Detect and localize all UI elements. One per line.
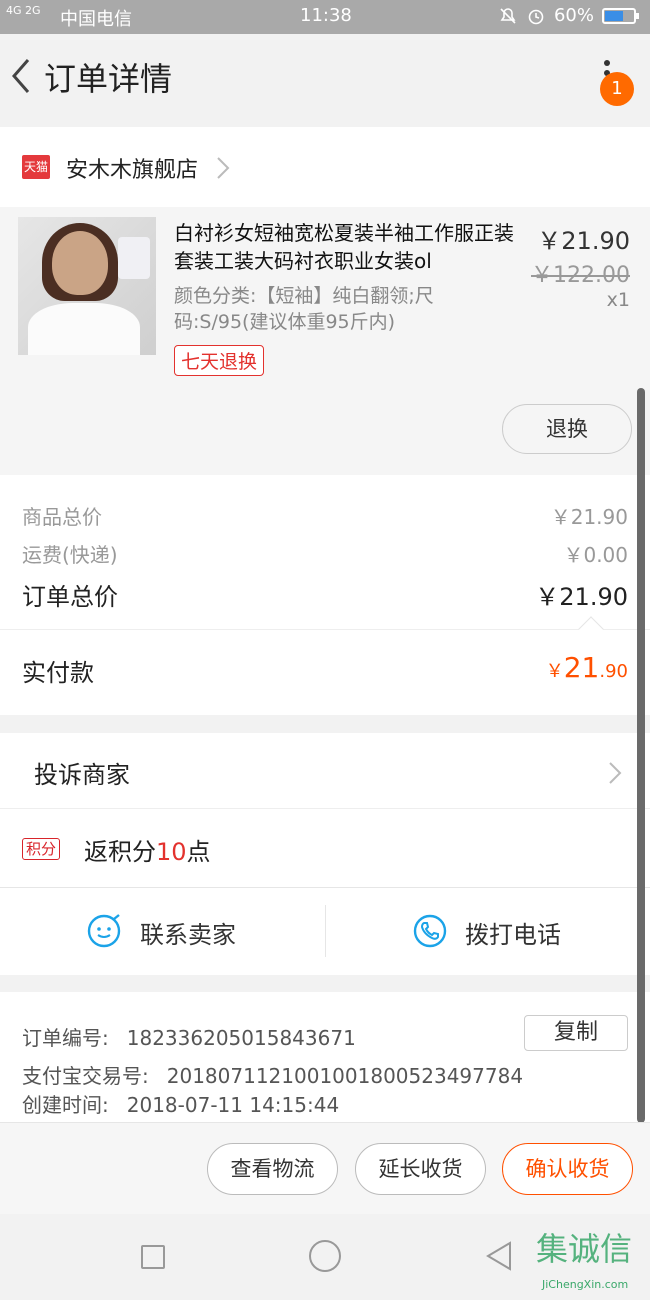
- paid-int: 21: [563, 651, 600, 684]
- points-tag: 积分: [22, 838, 61, 860]
- clock: 11:38: [300, 5, 352, 26]
- complain-merchant-row[interactable]: 投诉商家: [0, 733, 650, 809]
- mute-icon: [500, 7, 516, 24]
- goods-total-label: 商品总价: [22, 505, 102, 529]
- points-row: 积分 返积分10点: [0, 810, 650, 888]
- product-title[interactable]: 白衬衫女短袖宽松夏装半袖工作服正装套装工装大码衬衣职业女装ol: [174, 219, 530, 275]
- tmall-logo: 天猫: [22, 155, 50, 179]
- status-right: 60%: [498, 5, 639, 26]
- store-name: 安木木旗舰店: [66, 158, 199, 183]
- copy-button[interactable]: 复制: [524, 1015, 628, 1051]
- store-row[interactable]: 天猫 安木木旗舰店: [0, 127, 650, 207]
- created-time-row: 创建时间: 2018-07-11 14:15:44: [22, 1089, 339, 1118]
- contact-seller-button[interactable]: 联系卖家: [0, 889, 325, 975]
- call-phone-button[interactable]: 拨打电话: [326, 889, 650, 975]
- return-exchange-button[interactable]: 退换: [502, 404, 632, 454]
- points-text: 返积分10点: [84, 832, 211, 867]
- signal-indicator: 4G 2G: [6, 4, 41, 17]
- paid-currency: ￥: [545, 661, 564, 682]
- order-total-value: ￥21.90: [535, 583, 628, 611]
- points-suffix: 点: [186, 838, 211, 866]
- notification-badge: 1: [600, 72, 634, 106]
- battery-icon: [602, 7, 639, 24]
- product-spec: 颜色分类:【短袖】纯白翻领;尺码:S/95(建议体重95斤内): [174, 285, 434, 333]
- product-card[interactable]: 白衬衫女短袖宽松夏装半袖工作服正装套装工装大码衬衣职业女装ol 颜色分类:【短袖…: [0, 207, 650, 475]
- product-image[interactable]: [18, 217, 156, 355]
- bottom-action-bar: 查看物流 延长收货 确认收货: [0, 1122, 650, 1214]
- price-summary: 商品总价 ￥21.90 运费(快递) ￥0.00 订单总价 ￥21.90 实付款…: [0, 475, 650, 715]
- header: 订单详情 1: [0, 34, 650, 120]
- product-original-price: ￥122.00: [531, 263, 630, 288]
- contact-row: 联系卖家 拨打电话: [0, 889, 650, 975]
- call-phone-label: 拨打电话: [465, 921, 561, 949]
- chat-icon: [87, 914, 121, 948]
- back-icon[interactable]: [8, 56, 34, 96]
- view-logistics-button[interactable]: 查看物流: [207, 1143, 338, 1195]
- order-total-label: 订单总价: [22, 583, 118, 611]
- recent-apps-icon[interactable]: [141, 1245, 165, 1269]
- home-icon[interactable]: [309, 1240, 341, 1272]
- complain-label: 投诉商家: [34, 761, 130, 789]
- chevron-right-icon: [217, 157, 230, 179]
- alipay-trade-row: 支付宝交易号: 2018071121001001800523497784: [22, 1060, 523, 1089]
- paid-label: 实付款: [22, 659, 94, 687]
- goods-total-value: ￥21.90: [550, 505, 628, 529]
- shipping-value: ￥0.00: [563, 543, 628, 567]
- created-time-label: 创建时间:: [22, 1093, 109, 1117]
- page-title: 订单详情: [44, 60, 173, 98]
- nav-back-icon[interactable]: [484, 1240, 514, 1272]
- product-price: ￥21.90: [537, 227, 630, 255]
- order-number-value: 182336205015843671: [126, 1026, 356, 1050]
- return-policy-tag: 七天退换: [174, 345, 265, 376]
- points-value: 10: [156, 838, 187, 866]
- order-number-row: 订单编号: 182336205015843671: [22, 1022, 356, 1051]
- battery-text: 60%: [553, 5, 594, 26]
- created-time-value: 2018-07-11 14:15:44: [126, 1093, 340, 1117]
- chevron-right-icon: [609, 762, 622, 784]
- order-info: 订单编号: 182336205015843671 复制 支付宝交易号: 201807…: [0, 992, 650, 1122]
- caret-up-icon: [578, 616, 604, 642]
- contact-seller-label: 联系卖家: [140, 921, 236, 949]
- watermark-sub: JiChengXin.com: [542, 1278, 629, 1291]
- system-nav-bar: 集诚信 JiChengXin.com: [0, 1214, 650, 1300]
- confirm-receipt-button[interactable]: 确认收货: [502, 1143, 633, 1195]
- alipay-trade-label: 支付宝交易号:: [22, 1064, 149, 1088]
- paid-value: ￥21.90: [546, 651, 628, 684]
- extend-receipt-button[interactable]: 延长收货: [355, 1143, 486, 1195]
- paid-dec: .90: [599, 661, 628, 682]
- shipping-label: 运费(快递): [22, 543, 118, 567]
- phone-icon: [413, 914, 447, 948]
- alarm-icon: [528, 9, 544, 24]
- product-quantity: x1: [606, 289, 630, 311]
- order-number-label: 订单编号:: [22, 1026, 109, 1050]
- watermark-text: 集诚信: [536, 1230, 633, 1268]
- carrier-name: 中国电信: [60, 9, 132, 30]
- status-bar: 4G 2G 中国电信 11:38 60%: [0, 0, 650, 34]
- actions-section: 投诉商家 积分 返积分10点 联系卖家 拨打电话: [0, 733, 650, 975]
- points-prefix: 返积分: [84, 838, 156, 866]
- scrollbar[interactable]: [637, 388, 645, 1123]
- watermark-logo: 集诚信 JiChengXin.com: [530, 1218, 648, 1300]
- divider: [0, 629, 650, 630]
- alipay-trade-value: 2018071121001001800523497784: [166, 1064, 524, 1088]
